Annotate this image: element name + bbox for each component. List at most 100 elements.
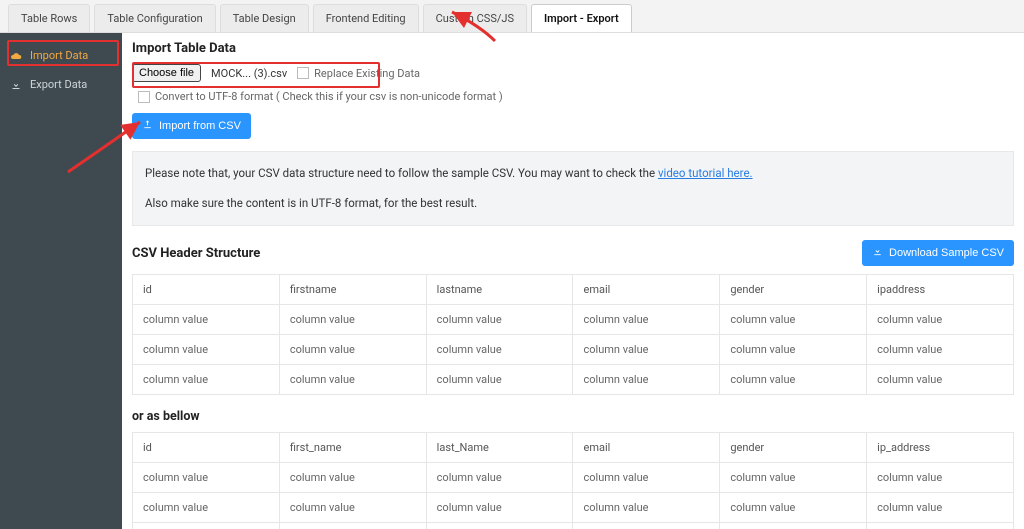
table-cell: column value bbox=[720, 463, 867, 493]
tab-frontend-editing[interactable]: Frontend Editing bbox=[313, 4, 419, 32]
sample-table-1: id firstname lastname email gender ipadd… bbox=[132, 274, 1014, 395]
checkbox-icon bbox=[138, 91, 150, 103]
table-cell: column value bbox=[426, 305, 573, 335]
table-cell: column value bbox=[573, 305, 720, 335]
import-from-csv-button[interactable]: Import from CSV bbox=[132, 113, 251, 139]
table-header-row: id firstname lastname email gender ipadd… bbox=[133, 275, 1014, 305]
chosen-file-name: MOCK... (3).csv bbox=[211, 67, 287, 80]
table-header-cell: gender bbox=[720, 275, 867, 305]
convert-utf8-row: Convert to UTF-8 format ( Check this if … bbox=[138, 90, 1014, 103]
table-header-cell: id bbox=[133, 275, 280, 305]
table-cell: column value bbox=[867, 523, 1014, 529]
table-header-cell: id bbox=[133, 433, 280, 463]
table-cell: column value bbox=[133, 463, 280, 493]
table-cell: column value bbox=[133, 305, 280, 335]
table-cell: column value bbox=[573, 523, 720, 529]
table-cell: column value bbox=[867, 493, 1014, 523]
table-cell: column value bbox=[867, 305, 1014, 335]
table-cell: column value bbox=[279, 305, 426, 335]
download-sample-csv-button[interactable]: Download Sample CSV bbox=[862, 240, 1014, 266]
table-header-cell: email bbox=[573, 275, 720, 305]
table-cell: column value bbox=[133, 365, 280, 395]
cloud-up-icon bbox=[10, 50, 22, 62]
main-content: Import Table Data Choose file MOCK... (3… bbox=[122, 33, 1024, 529]
sidebar-item-export-data[interactable]: Export Data bbox=[0, 70, 122, 99]
table-cell: column value bbox=[720, 335, 867, 365]
table-cell: column value bbox=[426, 523, 573, 529]
table-header-cell: ip_address bbox=[867, 433, 1014, 463]
video-tutorial-link[interactable]: video tutorial here. bbox=[658, 166, 753, 180]
sidebar-item-import-data[interactable]: Import Data bbox=[0, 41, 122, 70]
table-header-row: id first_name last_Name email gender ip_… bbox=[133, 433, 1014, 463]
table-cell: column value bbox=[133, 335, 280, 365]
or-as-below-heading: or as bellow bbox=[132, 409, 1014, 424]
tab-import-export[interactable]: Import - Export bbox=[531, 4, 632, 32]
import-button-label: Import from CSV bbox=[159, 120, 241, 132]
table-row: column value column value column value c… bbox=[133, 463, 1014, 493]
checkbox-icon bbox=[297, 67, 309, 79]
table-cell: column value bbox=[279, 493, 426, 523]
table-cell: column value bbox=[720, 365, 867, 395]
file-row: Choose file MOCK... (3).csv Replace Exis… bbox=[132, 64, 1014, 82]
table-cell: column value bbox=[426, 335, 573, 365]
upload-icon bbox=[142, 119, 153, 133]
table-cell: column value bbox=[720, 305, 867, 335]
tabs-bar: Table Rows Table Configuration Table Des… bbox=[0, 0, 1024, 33]
replace-existing-label: Replace Existing Data bbox=[314, 67, 420, 80]
table-cell: column value bbox=[573, 335, 720, 365]
table-cell: column value bbox=[573, 463, 720, 493]
note-line-1: Please note that, your CSV data structur… bbox=[145, 164, 1001, 184]
tab-table-design[interactable]: Table Design bbox=[220, 4, 309, 32]
table-cell: column value bbox=[720, 493, 867, 523]
tab-custom-css-js[interactable]: Custom CSS/JS bbox=[423, 4, 527, 32]
download-icon bbox=[10, 79, 22, 91]
table-cell: column value bbox=[279, 335, 426, 365]
table-row: column value column value column value c… bbox=[133, 523, 1014, 529]
panel-title: Import Table Data bbox=[132, 41, 1014, 56]
table-header-cell: email bbox=[573, 433, 720, 463]
tab-table-configuration[interactable]: Table Configuration bbox=[94, 4, 215, 32]
table-row: column value column value column value c… bbox=[133, 305, 1014, 335]
table-row: column value column value column value c… bbox=[133, 365, 1014, 395]
table-cell: column value bbox=[426, 365, 573, 395]
csv-header-structure-title: CSV Header Structure bbox=[132, 246, 260, 261]
table-cell: column value bbox=[867, 365, 1014, 395]
table-cell: column value bbox=[279, 463, 426, 493]
table-cell: column value bbox=[573, 365, 720, 395]
body-split: Import Data Export Data Import Table Dat… bbox=[0, 33, 1024, 529]
table-header-cell: gender bbox=[720, 433, 867, 463]
table-cell: column value bbox=[573, 493, 720, 523]
download-icon bbox=[872, 246, 883, 260]
table-cell: column value bbox=[867, 463, 1014, 493]
download-button-label: Download Sample CSV bbox=[889, 247, 1004, 259]
table-header-cell: ipaddress bbox=[867, 275, 1014, 305]
table-cell: column value bbox=[133, 523, 280, 529]
table-header-cell: last_Name bbox=[426, 433, 573, 463]
table-row: column value column value column value c… bbox=[133, 335, 1014, 365]
table-cell: column value bbox=[426, 493, 573, 523]
table-row: column value column value column value c… bbox=[133, 493, 1014, 523]
table-cell: column value bbox=[279, 523, 426, 529]
replace-existing-checkbox[interactable]: Replace Existing Data bbox=[297, 67, 420, 80]
sidebar: Import Data Export Data bbox=[0, 33, 122, 529]
table-cell: column value bbox=[279, 365, 426, 395]
sample-table-2: id first_name last_Name email gender ip_… bbox=[132, 432, 1014, 529]
sidebar-item-label: Import Data bbox=[30, 49, 88, 62]
table-cell: column value bbox=[133, 493, 280, 523]
table-cell: column value bbox=[867, 335, 1014, 365]
note-card: Please note that, your CSV data structur… bbox=[132, 151, 1014, 226]
choose-file-button[interactable]: Choose file bbox=[132, 64, 201, 82]
convert-utf8-label: Convert to UTF-8 format ( Check this if … bbox=[155, 90, 503, 103]
table-header-cell: first_name bbox=[279, 433, 426, 463]
table-header-cell: lastname bbox=[426, 275, 573, 305]
convert-utf8-checkbox[interactable]: Convert to UTF-8 format ( Check this if … bbox=[138, 90, 503, 103]
csv-header-structure-row: CSV Header Structure Download Sample CSV bbox=[132, 240, 1014, 266]
note-line-1-text: Please note that, your CSV data structur… bbox=[145, 166, 658, 180]
note-line-2: Also make sure the content is in UTF-8 f… bbox=[145, 194, 1001, 214]
tab-table-rows[interactable]: Table Rows bbox=[8, 4, 90, 32]
table-header-cell: firstname bbox=[279, 275, 426, 305]
sidebar-item-label: Export Data bbox=[30, 78, 87, 91]
page-root: Table Rows Table Configuration Table Des… bbox=[0, 0, 1024, 529]
table-cell: column value bbox=[720, 523, 867, 529]
table-cell: column value bbox=[426, 463, 573, 493]
